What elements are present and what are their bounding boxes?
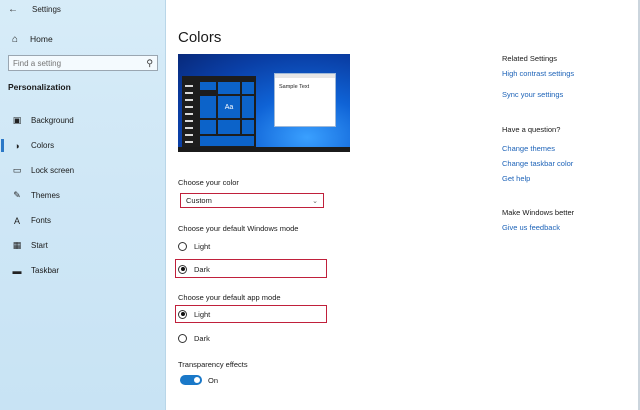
- app-mode-light-radio[interactable]: Light: [178, 308, 210, 320]
- radio-label: Dark: [194, 264, 210, 274]
- related-settings-heading: Related Settings: [502, 54, 558, 63]
- palette-icon: ◑: [14, 140, 20, 151]
- picture-icon: ▣: [12, 115, 22, 125]
- color-preview: Aa Sample Text: [178, 54, 350, 152]
- transparency-label: Transparency effects: [178, 360, 248, 369]
- sidebar-item-taskbar[interactable]: ▬ Taskbar: [0, 258, 166, 283]
- preview-window: Sample Text: [275, 74, 335, 126]
- transparency-toggle-row[interactable]: On: [180, 375, 218, 385]
- choose-color-label: Choose your color: [178, 178, 239, 187]
- page-title: Colors: [178, 29, 222, 46]
- brush-icon: ✎: [13, 190, 21, 200]
- high-contrast-link[interactable]: High contrast settings: [502, 69, 574, 78]
- sidebar-item-label: Start: [31, 241, 48, 250]
- preview-tile: Aa: [218, 96, 240, 118]
- search-box[interactable]: ⚲: [8, 55, 158, 71]
- radio-button[interactable]: [178, 241, 187, 251]
- app-mode-label: Choose your default app mode: [178, 293, 281, 302]
- sidebar-item-label: Fonts: [31, 216, 52, 225]
- preview-start-menu: Aa: [182, 76, 256, 150]
- home-icon: ⌂: [11, 33, 19, 45]
- change-themes-link[interactable]: Change themes: [502, 144, 555, 153]
- give-feedback-link[interactable]: Give us feedback: [502, 223, 560, 232]
- radio-label: Light: [194, 241, 211, 251]
- font-icon: A: [13, 215, 20, 226]
- sidebar-item-label: Themes: [31, 191, 60, 200]
- start-icon: ▦: [12, 240, 22, 250]
- lock-screen-icon: ▭: [12, 165, 22, 175]
- sidebar-item-themes[interactable]: ✎ Themes: [0, 183, 166, 208]
- sidebar-nav: ▣ Background ◑ Colors ▭ Lock screen ✎ Th…: [0, 108, 166, 283]
- radio-button[interactable]: [178, 333, 187, 343]
- sidebar-item-colors[interactable]: ◑ Colors: [0, 133, 166, 158]
- windows-mode-dark-radio[interactable]: Dark: [178, 263, 210, 275]
- windows-mode-light-radio[interactable]: Light: [178, 240, 210, 252]
- preview-window-text: Sample Text: [279, 84, 310, 90]
- sidebar: ← Settings ⌂ Home ⚲ Personalization ▣ Ba…: [0, 0, 166, 410]
- question-heading: Have a question?: [502, 125, 561, 134]
- sidebar-item-fonts[interactable]: A Fonts: [0, 208, 166, 233]
- section-label: Personalization: [8, 82, 71, 92]
- chevron-down-icon: ⌄: [312, 197, 318, 205]
- choose-color-value: Custom: [186, 196, 212, 205]
- sidebar-item-label: Lock screen: [31, 166, 75, 175]
- change-taskbar-color-link[interactable]: Change taskbar color: [502, 159, 573, 168]
- sidebar-item-start[interactable]: ▦ Start: [0, 233, 166, 258]
- taskbar-icon: ▬: [12, 265, 22, 276]
- choose-color-dropdown[interactable]: Custom ⌄: [180, 193, 324, 208]
- make-windows-better-heading: Make Windows better: [502, 208, 575, 217]
- window-title: Settings: [32, 5, 61, 14]
- app-mode-dark-radio[interactable]: Dark: [178, 332, 210, 344]
- sidebar-item-background[interactable]: ▣ Background: [0, 108, 166, 133]
- sidebar-item-lock-screen[interactable]: ▭ Lock screen: [0, 158, 166, 183]
- sidebar-item-home[interactable]: ⌂ Home: [8, 31, 53, 47]
- home-label: Home: [30, 34, 53, 44]
- sidebar-item-label: Taskbar: [31, 266, 60, 275]
- radio-label: Light: [194, 309, 211, 319]
- windows-mode-label: Choose your default Windows mode: [178, 224, 299, 233]
- radio-label: Dark: [194, 333, 210, 343]
- back-arrow-icon[interactable]: ←: [8, 4, 22, 16]
- get-help-link[interactable]: Get help: [502, 174, 530, 183]
- preview-taskbar: [178, 147, 350, 152]
- radio-button-selected[interactable]: [178, 309, 187, 319]
- transparency-toggle[interactable]: [180, 375, 202, 385]
- sidebar-item-label: Background: [31, 116, 74, 125]
- related-panel: Related Settings High contrast settings …: [502, 0, 640, 410]
- sync-settings-link[interactable]: Sync your settings: [502, 90, 563, 99]
- search-icon: ⚲: [146, 57, 153, 68]
- toggle-state: On: [208, 375, 219, 385]
- sidebar-item-label: Colors: [31, 141, 55, 150]
- search-input[interactable]: [13, 58, 133, 68]
- radio-button-selected[interactable]: [178, 264, 187, 274]
- main-content: Colors Aa Sample Text Choose your color …: [166, 0, 496, 410]
